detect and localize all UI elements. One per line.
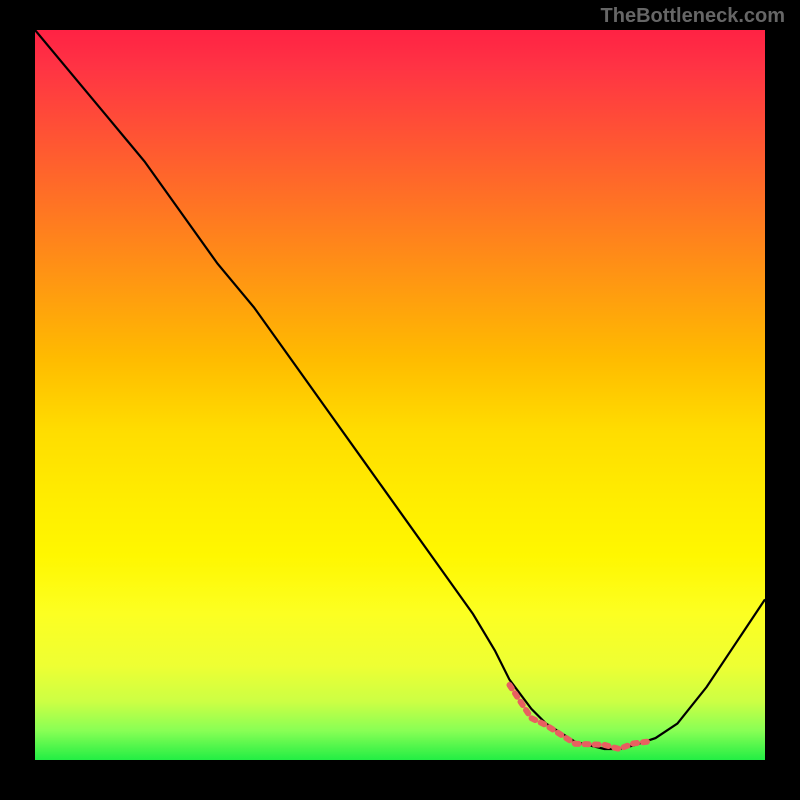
watermark-text: TheBottleneck.com (601, 5, 785, 28)
plot-area (35, 30, 765, 760)
low-bottleneck-marker (510, 685, 649, 749)
chart-svg (35, 30, 765, 760)
bottleneck-curve (35, 30, 765, 749)
chart-container: TheBottleneck.com (0, 0, 800, 800)
